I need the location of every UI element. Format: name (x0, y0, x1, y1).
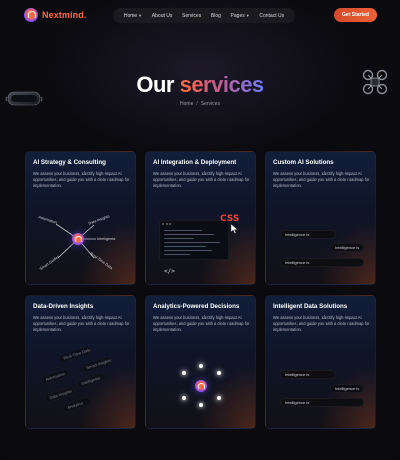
card-description: We assess your business, identify high-i… (273, 315, 370, 333)
css-label: CSS (220, 214, 240, 224)
top-navbar: Nextmind. Home ▼ About Us Services Blog P… (0, 0, 400, 30)
chip-label: Intelligenta (80, 375, 101, 386)
service-card-intelligent-data[interactable]: Intelligent Data Solutions We assess you… (265, 295, 376, 429)
breadcrumb-current: Services (200, 101, 220, 107)
tag-cloud: Real-Time Data Smart Insights Automation… (26, 342, 135, 428)
orbit-dot (199, 403, 203, 407)
ai-hub-icon (195, 380, 207, 392)
pill-label: Intelligence is (285, 232, 310, 237)
brand-name: Nextmind (42, 10, 84, 20)
nav-item-label: Services (182, 12, 202, 19)
pill-label: Intelligence is (285, 372, 310, 377)
chip-label: Analytics (66, 400, 84, 410)
service-card-custom-ai[interactable]: Custom AI Solutions We assess your busin… (265, 151, 376, 285)
tag-chip: Analytics (61, 395, 93, 414)
cursor-icon (231, 224, 239, 234)
card-description: We assess your business, identify high-i… (33, 315, 130, 333)
title-word-services: services (179, 72, 265, 97)
service-card-analytics[interactable]: Analytics-Powered Decisions We assess yo… (145, 295, 256, 429)
pill-label: Intelligence is (335, 245, 360, 250)
pill-label: Intelligence is (285, 400, 310, 405)
card-illustration (146, 342, 255, 428)
card-title: AI Strategy & Consulting (33, 159, 106, 166)
page-title: Our services (0, 72, 400, 98)
card-title: Custom AI Solutions (273, 159, 334, 166)
main-menu: Home ▼ About Us Services Blog Pages ▼ Cont… (113, 8, 295, 23)
nav-item-blog[interactable]: Blog (211, 13, 221, 19)
get-started-button[interactable]: Get Started (334, 8, 377, 22)
pill-label: Intelligence is (285, 260, 310, 265)
brand-dot: . (83, 10, 87, 20)
chip-label: Automation (44, 370, 66, 382)
orbit-dot (199, 364, 203, 368)
card-illustration: Intelligence is Intelligence is Intellig… (266, 342, 375, 428)
card-description: We assess your business, identify high-i… (273, 171, 370, 189)
card-illustration: Automation Data Insights Intelligenta Sm… (26, 198, 135, 284)
nav-item-services[interactable]: Services (182, 13, 201, 19)
card-title: Analytics-Powered Decisions (153, 303, 240, 310)
service-card-data-driven[interactable]: Data-Driven Insights We assess your busi… (25, 295, 136, 429)
chip-label: Smart Insights (85, 357, 112, 371)
tag-chip: Automation (39, 367, 71, 386)
ai-hub-icon (72, 233, 84, 245)
card-title: Data-Driven Insights (33, 303, 94, 310)
services-page: Nextmind. Home ▼ About Us Services Blog P… (0, 0, 400, 460)
intelligence-pill: Intelligence is (280, 398, 364, 407)
nav-item-label: Pages (230, 12, 245, 19)
service-card-ai-strategy[interactable]: AI Strategy & Consulting We assess your … (25, 151, 136, 285)
intelligence-pill: Intelligence is (330, 243, 364, 252)
breadcrumb-home[interactable]: Home (180, 101, 193, 107)
orbit-dot (217, 371, 221, 375)
nav-item-pages[interactable]: Pages ▼ (231, 13, 250, 19)
chevron-down-icon: ▼ (138, 13, 143, 18)
nav-item-label: Contact Us (259, 12, 285, 19)
intelligence-pill: Intelligence is (280, 370, 336, 379)
chip-label: Real-Time Data (62, 347, 91, 361)
intelligence-pill: Intelligence is (280, 230, 336, 239)
card-illustration: Real-Time Data Smart Insights Automation… (26, 342, 135, 428)
card-illustration: CSS </> (146, 198, 255, 284)
nav-item-contact[interactable]: Contact Us (259, 13, 284, 19)
tag-chip: Intelligenta (75, 371, 107, 390)
code-brackets-icon: </> (164, 268, 175, 275)
nav-item-home[interactable]: Home ▼ (124, 13, 142, 19)
orbit-dot (182, 371, 186, 375)
logo-icon (24, 8, 38, 22)
tag-chip: Smart Insights (80, 355, 114, 374)
art-label: Intelligenta (97, 237, 116, 241)
service-card-ai-integration[interactable]: AI Integration & Deployment We assess yo… (145, 151, 256, 285)
nav-item-label: About Us (151, 12, 173, 19)
intelligence-pill: Intelligence is (280, 258, 364, 267)
nav-item-label: Blog (210, 12, 221, 19)
window-controls (160, 221, 228, 226)
card-description: We assess your business, identify high-i… (33, 171, 130, 189)
code-editor-window (159, 220, 229, 260)
card-illustration: Intelligence is Intelligence is Intellig… (266, 198, 375, 284)
card-description: We assess your business, identify high-i… (153, 315, 250, 333)
nav-item-about[interactable]: About Us (152, 13, 173, 19)
pill-label: Intelligence is (335, 386, 360, 391)
orbit-dot (217, 396, 221, 400)
brand-logo[interactable]: Nextmind. (24, 8, 86, 22)
card-title: AI Integration & Deployment (153, 159, 237, 166)
tag-chip: Real-Time Data (57, 344, 93, 365)
intelligence-pill: Intelligence is (330, 384, 364, 393)
nav-item-label: Home (123, 12, 138, 19)
breadcrumb-separator: / (196, 101, 198, 107)
orbit-dot (182, 396, 186, 400)
card-description: We assess your business, identify high-i… (153, 171, 250, 189)
title-word-our: Our (136, 72, 174, 97)
card-title: Intelligent Data Solutions (273, 303, 348, 310)
chevron-down-icon: ▼ (245, 13, 250, 18)
breadcrumb: Home / Services (0, 101, 400, 107)
chip-label: Data Insights (48, 388, 73, 401)
